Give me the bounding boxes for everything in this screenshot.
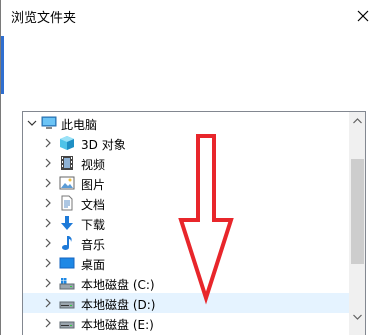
tree-item-label: 本地磁盘 (D:) [81,298,156,312]
videos-icon [59,155,75,171]
drive-icon [59,295,75,311]
chevron-right-icon[interactable] [42,197,54,209]
tree-item-label: 3D 对象 [81,138,126,152]
title-bar: 浏览文件夹 [1,0,377,34]
scroll-down-button[interactable] [349,308,365,325]
drive-icon [59,315,75,331]
downloads-icon [59,215,75,231]
window-edge-accent [1,36,4,94]
chevron-up-icon [353,117,362,123]
scroll-thumb[interactable] [351,159,364,264]
chevron-down-icon [353,314,362,320]
close-button[interactable] [351,4,375,28]
chevron-right-icon[interactable] [42,317,54,329]
chevron-right-icon[interactable] [42,217,54,229]
chevron-right-icon[interactable] [42,177,54,189]
chevron-right-icon[interactable] [42,277,54,289]
tree-item-label: 文档 [81,198,106,212]
close-icon [357,10,369,22]
chevron-right-icon[interactable] [42,237,54,249]
tree-item-label: 音乐 [81,238,106,252]
3d-objects-icon [59,135,75,151]
tree-item-label: 本地磁盘 (E:) [81,318,154,332]
pictures-icon [59,175,75,191]
tree-item-label: 此电脑 [61,118,98,132]
annotation-arrow-icon [178,134,234,305]
tree-item-label: 图片 [81,178,106,192]
browse-folder-dialog: 浏览文件夹 此电脑 3D 对象 视频 图片 文档 下载 音乐 桌面 本地磁盘 (… [0,0,377,335]
tree-item-label: 桌面 [81,258,106,272]
tree-item-drive-e[interactable]: 本地磁盘 (E:) [23,313,349,333]
chevron-down-icon[interactable] [26,117,38,129]
window-title: 浏览文件夹 [11,11,77,26]
computer-icon [41,115,57,131]
vertical-scrollbar[interactable] [349,112,365,335]
music-icon [59,235,75,251]
chevron-right-icon[interactable] [42,297,54,309]
chevron-right-icon[interactable] [42,157,54,169]
windows-drive-icon [59,275,75,291]
tree-item-label: 本地磁盘 (C:) [81,278,155,292]
tree-item-label: 下载 [81,218,106,232]
desktop-icon [59,255,75,271]
scroll-up-button[interactable] [349,112,365,129]
documents-icon [59,195,75,211]
chevron-right-icon[interactable] [42,257,54,269]
tree-item-label: 视频 [81,158,106,172]
chevron-right-icon[interactable] [42,137,54,149]
